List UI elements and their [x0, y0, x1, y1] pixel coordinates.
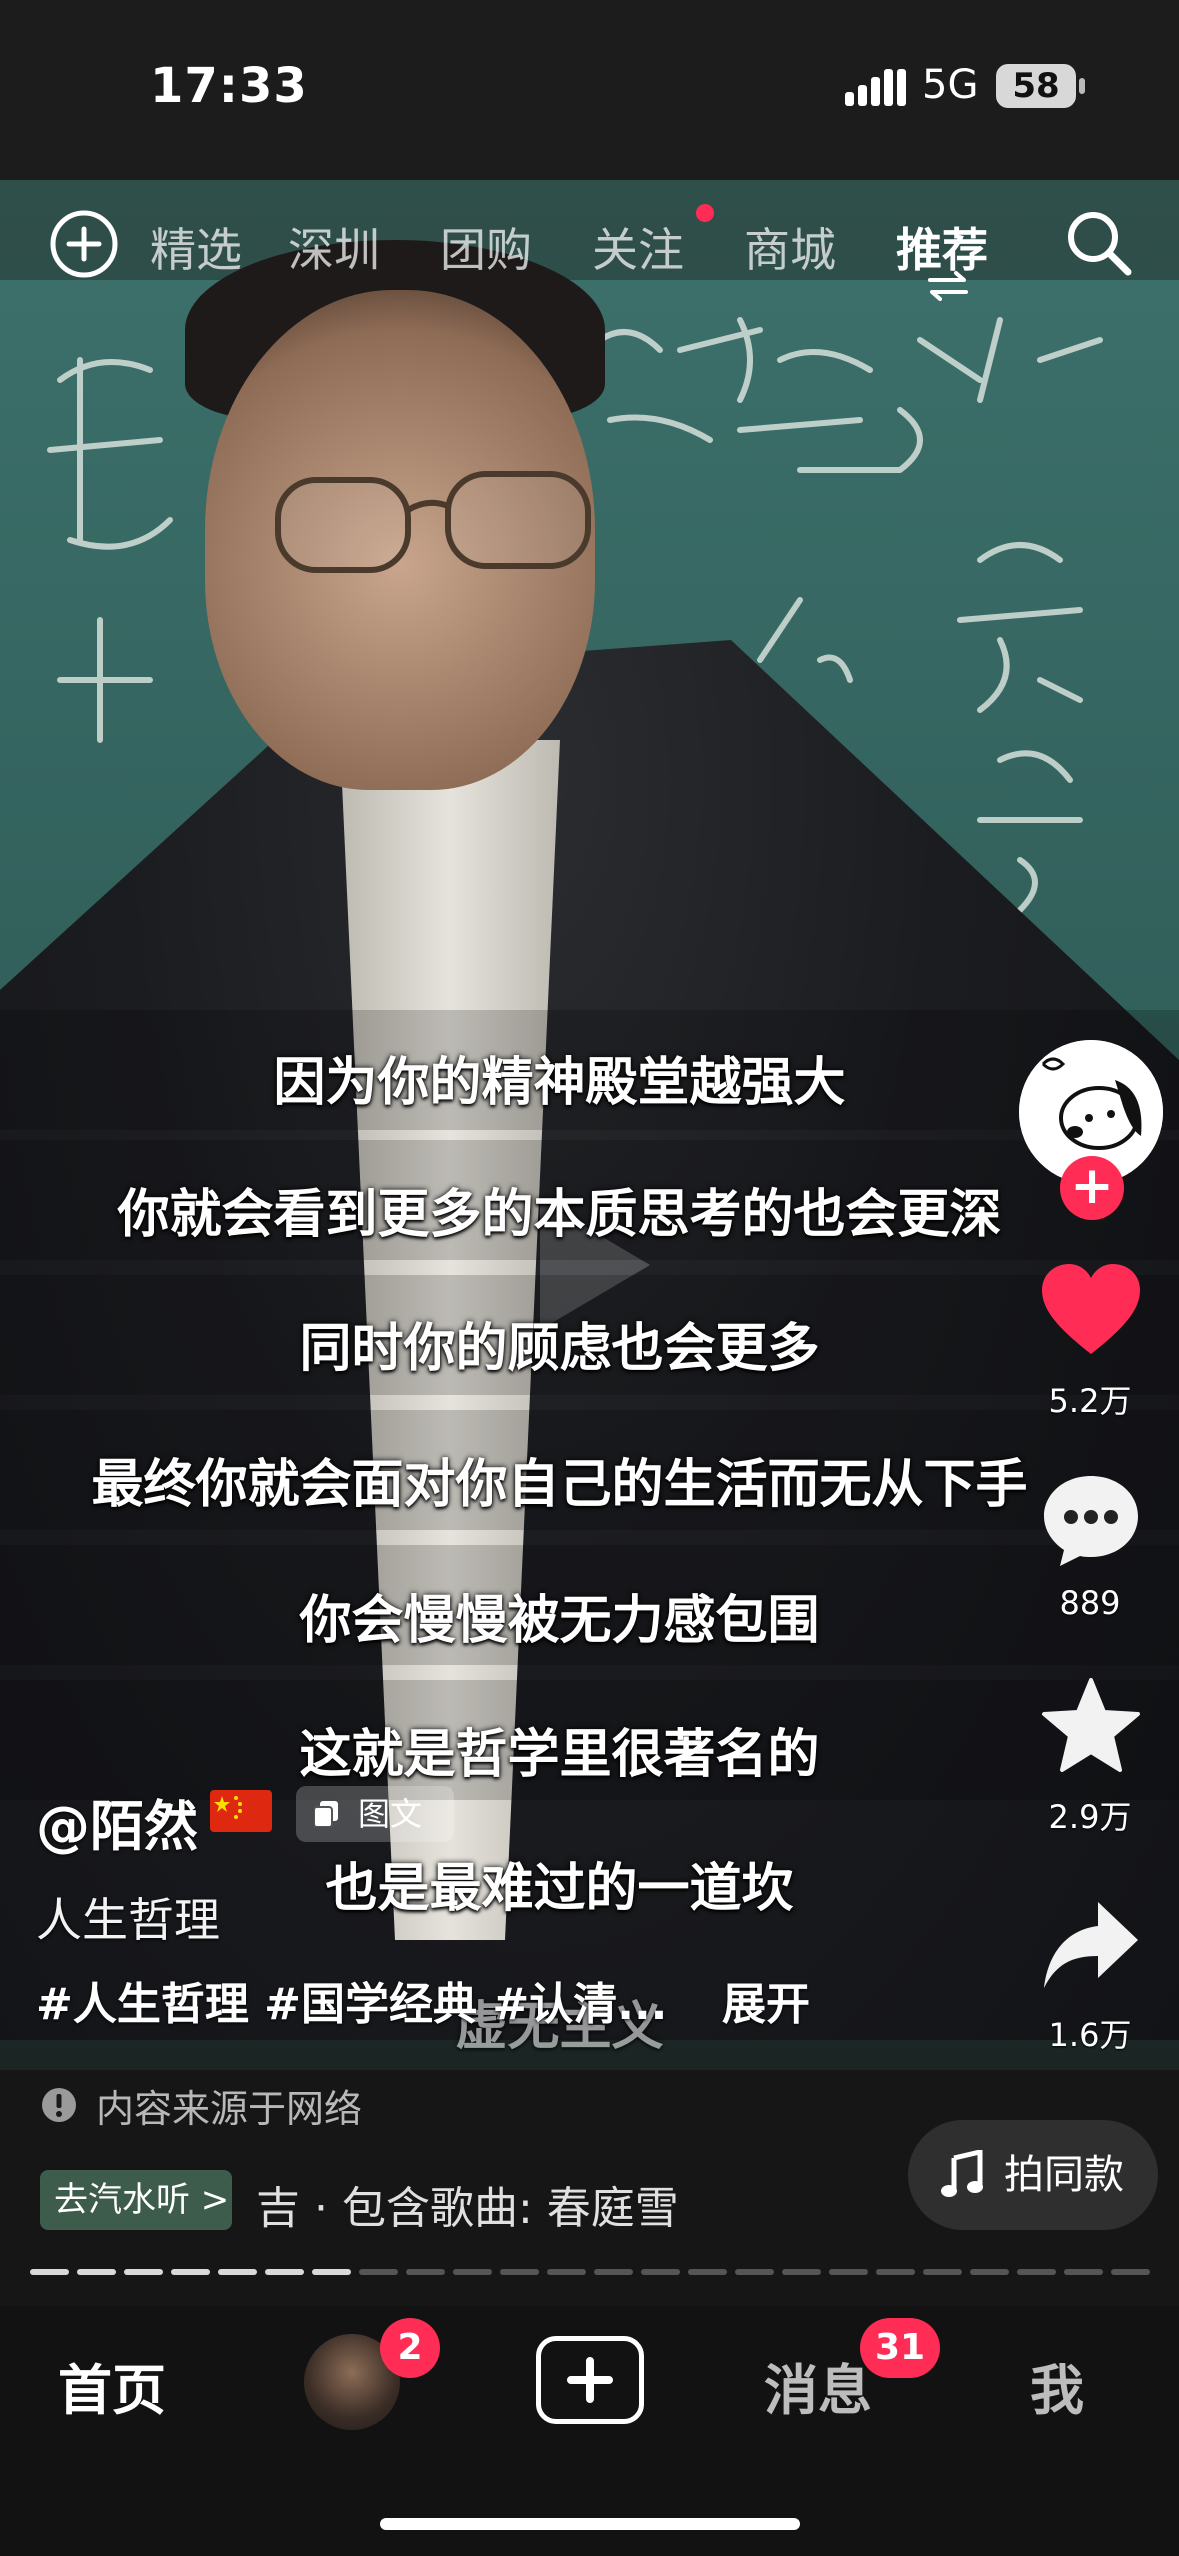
subtitle-line: 你会慢慢被无力感包围: [299, 1591, 820, 1651]
progress-segment: [970, 2269, 1009, 2275]
progress-segment: [77, 2269, 116, 2275]
favorite-count: 2.9万: [1048, 1798, 1132, 1836]
progress-segment: [1017, 2269, 1056, 2275]
expand-link[interactable]: 展开: [722, 1968, 810, 2032]
battery-indicator: 58: [996, 64, 1076, 108]
tab-following[interactable]: 关注: [592, 214, 684, 280]
tab-home[interactable]: 首页: [58, 2346, 166, 2425]
tab-local[interactable]: 深圳: [288, 214, 380, 280]
subtitle-line: 你就会看到更多的本质思考的也会更深: [117, 1185, 1002, 1245]
progress-segment: [735, 2269, 774, 2275]
post-hashtags[interactable]: #人生哲理 #国学经典 #认清...: [36, 1968, 667, 2032]
image-text-badge: 图文: [296, 1786, 454, 1842]
create-post-button[interactable]: [536, 2336, 644, 2424]
switch-arrows-icon: [928, 271, 968, 301]
author-name[interactable]: @陌然: [36, 1782, 198, 1861]
image-progress-bar[interactable]: [30, 2268, 1150, 2276]
listen-on-qishui-button[interactable]: 去汽水听 >: [40, 2170, 232, 2230]
friends-badge: 2: [380, 2318, 440, 2378]
messages-badge: 31: [860, 2318, 940, 2378]
tab-me[interactable]: 我: [1030, 2346, 1084, 2425]
progress-segment: [265, 2269, 304, 2275]
progress-segment: [594, 2269, 633, 2275]
gallery-icon: [314, 1801, 338, 1827]
progress-segment: [359, 2269, 398, 2275]
like-count: 5.2万: [1048, 1382, 1132, 1420]
network-type: 5G: [922, 62, 979, 108]
progress-segment: [453, 2269, 492, 2275]
subtitle-line: 因为你的精神殿堂越强大: [273, 1053, 846, 1113]
shoot-same-button[interactable]: 拍同款: [908, 2120, 1158, 2230]
badge-label: 图文: [358, 1795, 423, 1833]
progress-segment: [171, 2269, 210, 2275]
shoot-same-label: 拍同款: [1004, 2152, 1124, 2198]
progress-segment: [406, 2269, 445, 2275]
info-circle-icon: [42, 2088, 76, 2122]
speaker-glasses: [275, 471, 591, 573]
china-flag-icon: [210, 1790, 272, 1832]
progress-segment: [547, 2269, 586, 2275]
comment-count: 889: [1059, 1584, 1121, 1622]
music-note-icon: [941, 2150, 983, 2197]
progress-segment: [218, 2269, 257, 2275]
following-notification-dot: [696, 204, 714, 222]
tab-group-buy[interactable]: 团购: [440, 214, 532, 280]
progress-segment: [124, 2269, 163, 2275]
share-arrow-icon[interactable]: [1038, 1896, 1144, 1996]
content-source-note: 内容来源于网络: [96, 2087, 363, 2131]
search-icon[interactable]: [1062, 206, 1134, 278]
subtitle-line: 同时你的顾虑也会更多: [299, 1319, 820, 1379]
music-marquee[interactable]: 吉 · 包含歌曲: 春庭雪: [256, 2172, 726, 2236]
subtitle-line: 这就是哲学里很著名的: [299, 1725, 820, 1785]
progress-segment: [1064, 2269, 1103, 2275]
home-indicator: [380, 2518, 800, 2530]
progress-segment: [641, 2269, 680, 2275]
post-description: 人生哲理: [36, 1893, 220, 1947]
progress-segment: [829, 2269, 868, 2275]
top-nav-tabs: 精选 深圳 团购 关注 商城 推荐: [0, 200, 1179, 290]
follow-button[interactable]: +: [1060, 1156, 1124, 1220]
progress-segment: [30, 2269, 69, 2275]
progress-segment: [688, 2269, 727, 2275]
favorite-star-icon[interactable]: [1038, 1676, 1144, 1776]
progress-segment: [500, 2269, 539, 2275]
tab-featured[interactable]: 精选: [150, 214, 242, 280]
cellular-signal-icon: [845, 69, 906, 106]
like-heart-icon[interactable]: [1038, 1262, 1144, 1362]
battery-tip: [1079, 78, 1085, 94]
share-count: 1.6万: [1048, 2016, 1132, 2054]
subtitle-line: 最终你就会面对你自己的生活而无从下手: [91, 1455, 1028, 1515]
progress-segment: [923, 2269, 962, 2275]
progress-segment: [312, 2269, 351, 2275]
comment-bubble-icon[interactable]: [1038, 1470, 1144, 1570]
progress-segment: [1111, 2269, 1150, 2275]
status-time: 17:33: [150, 58, 308, 114]
progress-segment: [876, 2269, 915, 2275]
tab-messages[interactable]: 消息: [764, 2346, 872, 2425]
tab-mall[interactable]: 商城: [744, 214, 836, 280]
progress-segment: [782, 2269, 821, 2275]
plus-icon: [567, 2357, 613, 2403]
